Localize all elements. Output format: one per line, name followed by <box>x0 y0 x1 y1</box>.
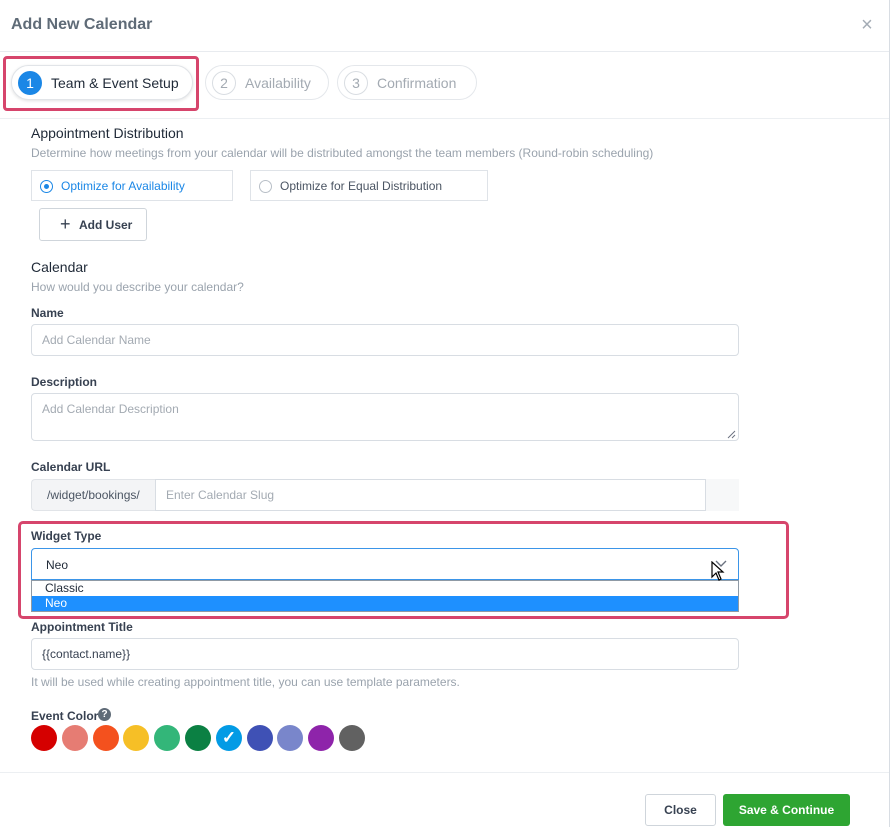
calendar-section-subtitle: How would you describe your calendar? <box>31 280 244 294</box>
color-swatch[interactable] <box>93 725 119 751</box>
checkmark-icon: ✓ <box>221 728 237 747</box>
url-prefix: /widget/bookings/ <box>31 479 155 511</box>
help-icon[interactable]: ? <box>98 708 111 721</box>
event-color-label: Event Color <box>31 709 99 723</box>
option-label: Optimize for Equal Distribution <box>280 179 443 193</box>
add-user-label: Add User <box>79 218 133 232</box>
color-swatch[interactable] <box>185 725 211 751</box>
modal-header: Add New Calendar × <box>0 0 889 52</box>
calendar-slug-input[interactable] <box>155 479 706 511</box>
description-label: Description <box>31 375 98 389</box>
radio-selected-icon[interactable] <box>40 180 53 193</box>
color-swatch[interactable] <box>308 725 334 751</box>
save-continue-button[interactable]: Save & Continue <box>723 794 850 826</box>
highlight-box-step <box>3 56 199 111</box>
close-button[interactable]: Close <box>645 794 716 826</box>
option-label: Optimize for Availability <box>61 179 185 193</box>
color-swatch[interactable] <box>62 725 88 751</box>
step-number: 2 <box>212 71 236 95</box>
calendar-section-title: Calendar <box>31 259 88 275</box>
color-swatch[interactable] <box>154 725 180 751</box>
color-swatch[interactable] <box>247 725 273 751</box>
calendar-url-label: Calendar URL <box>31 460 111 474</box>
color-swatch[interactable] <box>31 725 57 751</box>
url-suffix <box>706 479 739 511</box>
plus-icon: + <box>60 214 71 234</box>
distribution-subtitle: Determine how meetings from your calenda… <box>31 146 654 160</box>
option-equal-distribution[interactable]: Optimize for Equal Distribution <box>250 170 488 201</box>
step-number: 3 <box>344 71 368 95</box>
name-label: Name <box>31 306 64 320</box>
appointment-title-hint: It will be used while creating appointme… <box>31 675 460 689</box>
modal-title: Add New Calendar <box>11 16 153 33</box>
calendar-description-input[interactable] <box>31 393 739 441</box>
close-icon[interactable]: × <box>857 15 877 35</box>
appointment-title-input[interactable] <box>31 638 739 670</box>
distribution-title: Appointment Distribution <box>31 125 184 141</box>
appointment-title-label: Appointment Title <box>31 620 133 634</box>
radio-unselected-icon[interactable] <box>259 180 272 193</box>
color-swatch[interactable]: ✓ <box>216 725 242 751</box>
option-optimize-availability[interactable]: Optimize for Availability <box>31 170 233 201</box>
calendar-name-input[interactable] <box>31 324 739 356</box>
step-confirmation[interactable]: 3 Confirmation <box>337 65 477 100</box>
color-swatch[interactable] <box>277 725 303 751</box>
add-calendar-modal: Add New Calendar × 1 Team & Event Setup … <box>0 0 890 827</box>
color-swatch[interactable] <box>123 725 149 751</box>
resize-grip-icon[interactable] <box>726 429 736 439</box>
color-swatch[interactable] <box>339 725 365 751</box>
step-label: Confirmation <box>377 75 457 91</box>
highlight-box-widget-type <box>18 521 789 619</box>
step-label: Availability <box>245 75 311 91</box>
step-availability[interactable]: 2 Availability <box>205 65 329 100</box>
add-user-button[interactable]: + Add User <box>39 208 147 241</box>
